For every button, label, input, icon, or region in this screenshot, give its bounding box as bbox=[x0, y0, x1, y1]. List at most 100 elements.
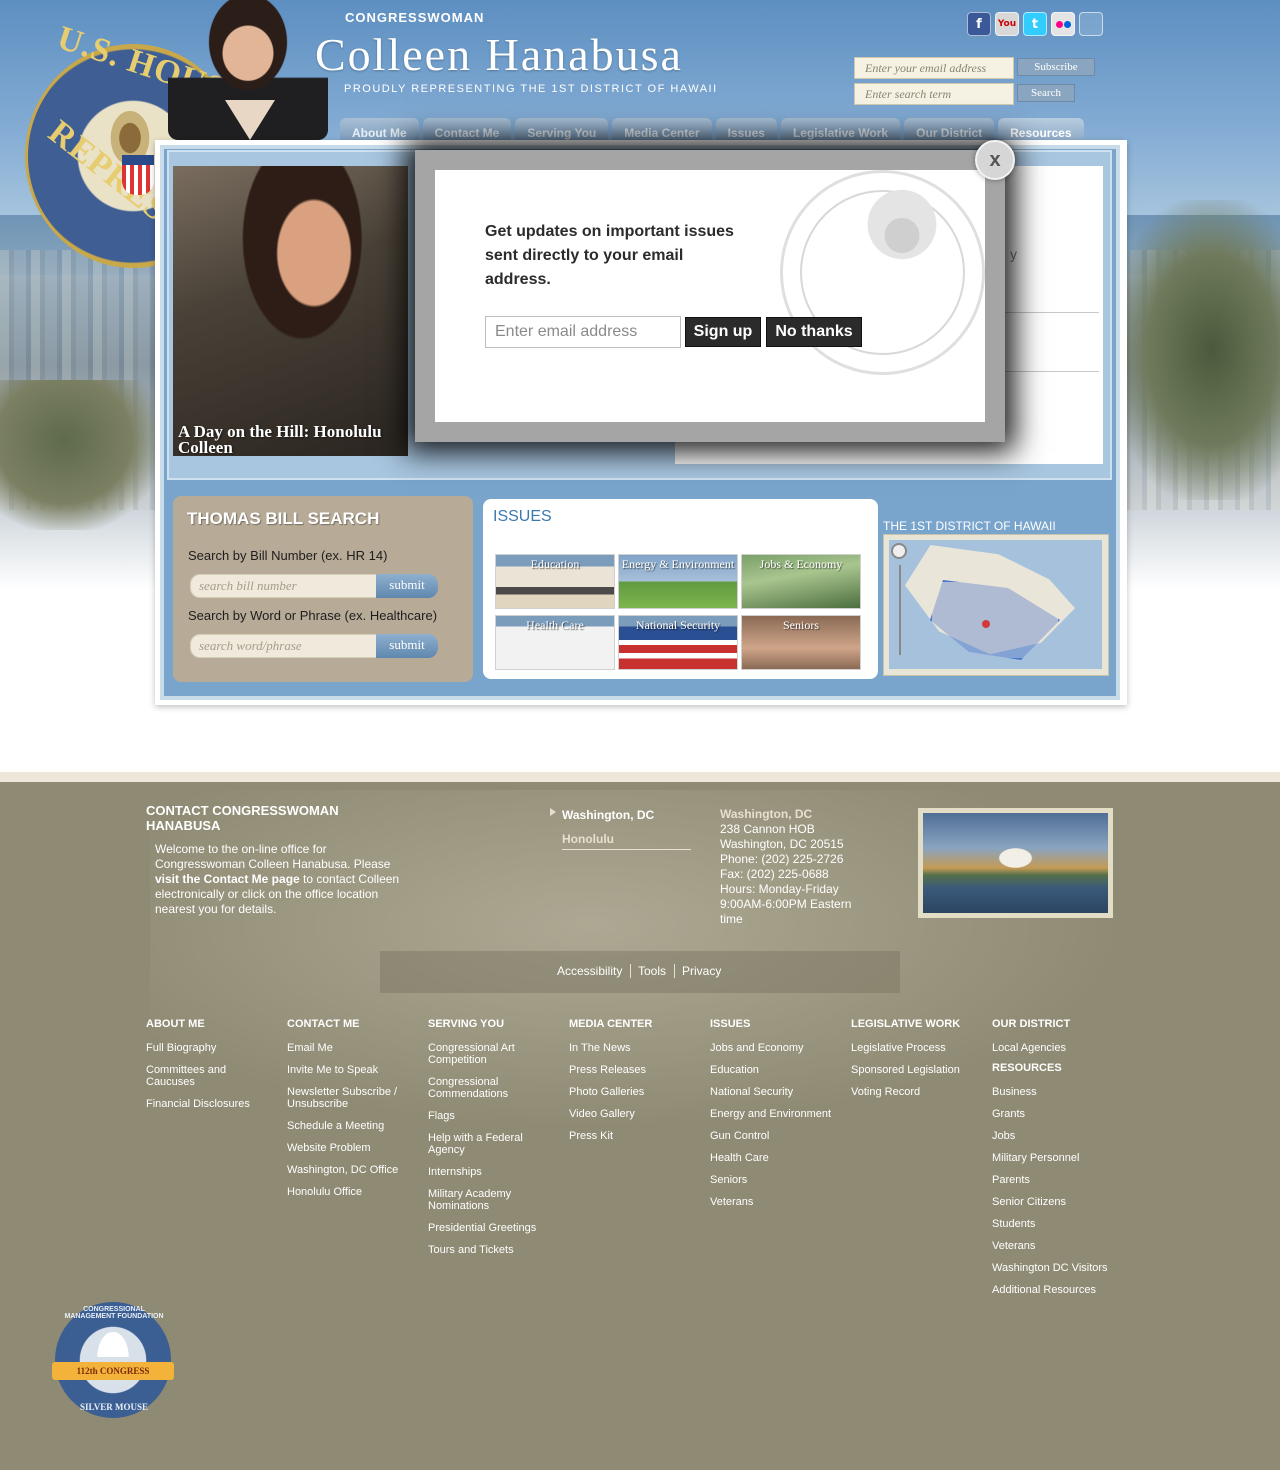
site-title[interactable]: Colleen Hanabusa bbox=[315, 28, 683, 81]
phrase-input[interactable]: search word/phrase bbox=[190, 634, 380, 658]
footer-link[interactable]: Help with a Federal Agency bbox=[428, 1132, 548, 1156]
footer-link[interactable]: Business bbox=[992, 1086, 1122, 1098]
accessibility-link[interactable]: Accessibility bbox=[557, 964, 622, 978]
footer-link[interactable]: Military Academy Nominations bbox=[428, 1188, 548, 1212]
facebook-icon[interactable]: f bbox=[967, 12, 991, 36]
office-arrow-icon bbox=[550, 808, 556, 816]
footer-link[interactable]: Veterans bbox=[710, 1196, 840, 1208]
footer-link[interactable]: Photo Galleries bbox=[569, 1086, 694, 1098]
thomas-title: THOMAS BILL SEARCH bbox=[187, 509, 380, 528]
no-thanks-button[interactable]: No thanks bbox=[766, 317, 862, 347]
footer-link[interactable]: Flags bbox=[428, 1110, 548, 1122]
tree-left bbox=[0, 380, 160, 530]
footer-link[interactable]: Additional Resources bbox=[992, 1284, 1122, 1296]
footer-link[interactable]: Sponsored Legislation bbox=[851, 1064, 981, 1076]
footer-link[interactable]: Energy and Environment bbox=[710, 1108, 840, 1120]
header-email-input[interactable]: Enter your email address bbox=[854, 57, 1014, 79]
issue-tile-jobs[interactable]: Jobs & Economy bbox=[741, 554, 861, 609]
search-button[interactable]: Search bbox=[1017, 84, 1075, 102]
issues-title: ISSUES bbox=[493, 508, 552, 525]
footer-col-title-contact-me[interactable]: CONTACT ME bbox=[287, 1018, 360, 1030]
footer-link[interactable]: Financial Disclosures bbox=[146, 1098, 271, 1110]
issue-tile-seniors[interactable]: Seniors bbox=[741, 615, 861, 670]
footer-col-title-resources[interactable]: RESOURCES bbox=[992, 1062, 1062, 1074]
footer-link[interactable]: Students bbox=[992, 1218, 1122, 1230]
slideshow-caption[interactable]: A Day on the Hill: Honolulu Colleen bbox=[178, 423, 418, 456]
close-icon[interactable]: x bbox=[975, 140, 1015, 180]
office-tab-honolulu[interactable]: Honolulu bbox=[562, 832, 614, 846]
youtube-icon[interactable]: You bbox=[995, 12, 1019, 36]
privacy-link[interactable]: Privacy bbox=[682, 964, 721, 978]
bill-number-input[interactable]: search bill number bbox=[190, 574, 380, 598]
badge-ribbon: 112th CONGRESS bbox=[52, 1362, 174, 1380]
footer-link[interactable]: Seniors bbox=[710, 1174, 840, 1186]
footer-link[interactable]: Email Me bbox=[287, 1042, 412, 1054]
office-address: Washington, DC 238 Cannon HOB Washington… bbox=[720, 807, 860, 927]
footer-link[interactable]: Senior Citizens bbox=[992, 1196, 1122, 1208]
issue-tile-energy[interactable]: Energy & Environment bbox=[618, 554, 738, 609]
bill-number-label: Search by Bill Number (ex. HR 14) bbox=[188, 548, 388, 563]
footer-link[interactable]: Education bbox=[710, 1064, 840, 1076]
footer-link[interactable]: Committees and Caucuses bbox=[146, 1064, 271, 1088]
footer-link[interactable]: Invite Me to Speak bbox=[287, 1064, 412, 1076]
footer-link[interactable]: Press Kit bbox=[569, 1130, 694, 1142]
footer-link[interactable]: Washington, DC Office bbox=[287, 1164, 412, 1176]
footer-link[interactable]: Website Problem bbox=[287, 1142, 412, 1154]
legal-separator bbox=[674, 964, 675, 978]
badge-bottom-text: SILVER MOUSE bbox=[80, 1402, 148, 1412]
bill-number-submit-button[interactable]: submit bbox=[376, 574, 438, 598]
twitter-icon[interactable]: t bbox=[1023, 12, 1047, 36]
district-title: THE 1ST DISTRICT OF HAWAII bbox=[883, 519, 1056, 533]
slideshow-photo[interactable] bbox=[173, 166, 408, 456]
header-search-input[interactable]: Enter search term bbox=[854, 83, 1014, 105]
footer-link[interactable]: Grants bbox=[992, 1108, 1122, 1120]
tools-link[interactable]: Tools bbox=[638, 964, 666, 978]
office-tab-washington[interactable]: Washington, DC bbox=[562, 808, 654, 822]
issue-tile-health-care[interactable]: Health Care bbox=[495, 615, 615, 670]
footer-col-title-media-center[interactable]: MEDIA CENTER bbox=[569, 1018, 652, 1030]
footer-link[interactable]: Honolulu Office bbox=[287, 1186, 412, 1198]
footer-col-title-issues[interactable]: ISSUES bbox=[710, 1018, 750, 1030]
footer-link[interactable]: In The News bbox=[569, 1042, 694, 1054]
footer-link[interactable]: Tours and Tickets bbox=[428, 1244, 548, 1256]
modal-email-input[interactable]: Enter email address bbox=[485, 316, 681, 348]
map-pan-icon[interactable] bbox=[891, 543, 907, 559]
capitol-image bbox=[923, 813, 1108, 913]
footer-link[interactable]: Health Care bbox=[710, 1152, 840, 1164]
footer-link[interactable]: Military Personnel bbox=[992, 1152, 1122, 1164]
footer-col-title-our-district[interactable]: OUR DISTRICT bbox=[992, 1018, 1070, 1030]
footer-link[interactable]: Video Gallery bbox=[569, 1108, 694, 1120]
flickr-icon[interactable] bbox=[1051, 12, 1075, 36]
footer-link[interactable]: Legislative Process bbox=[851, 1042, 981, 1054]
footer-link[interactable]: Parents bbox=[992, 1174, 1122, 1186]
footer-col-title-about-me[interactable]: ABOUT ME bbox=[146, 1018, 205, 1030]
footer-link[interactable]: Jobs bbox=[992, 1130, 1122, 1142]
footer-link[interactable]: Schedule a Meeting bbox=[287, 1120, 412, 1132]
issue-tile-national-security[interactable]: National Security bbox=[618, 615, 738, 670]
contact-me-link[interactable]: visit the Contact Me page bbox=[155, 872, 300, 886]
map-zoom-slider[interactable] bbox=[899, 565, 901, 655]
footer-link[interactable]: Gun Control bbox=[710, 1130, 840, 1142]
footer-link[interactable]: National Security bbox=[710, 1086, 840, 1098]
footer-link[interactable]: Jobs and Economy bbox=[710, 1042, 840, 1054]
subscribe-button[interactable]: Subscribe bbox=[1017, 58, 1095, 76]
shield-icon bbox=[122, 155, 154, 195]
footer-link[interactable]: Press Releases bbox=[569, 1064, 694, 1076]
issue-tile-education[interactable]: Education bbox=[495, 554, 615, 609]
footer-link[interactable]: Presidential Greetings bbox=[428, 1222, 548, 1234]
phrase-submit-button[interactable]: submit bbox=[376, 634, 438, 658]
footer-link[interactable]: Local Agencies bbox=[992, 1042, 1122, 1054]
footer-link[interactable]: Congressional Commendations bbox=[428, 1076, 548, 1100]
footer-link[interactable]: Full Biography bbox=[146, 1042, 271, 1054]
footer-link[interactable]: Newsletter Subscribe / Unsubscribe bbox=[287, 1086, 412, 1110]
social-blank-icon[interactable] bbox=[1079, 12, 1103, 36]
footer-link[interactable]: Washington DC Visitors bbox=[992, 1262, 1122, 1274]
social-links: f You t bbox=[967, 12, 1103, 36]
footer-link[interactable]: Congressional Art Competition bbox=[428, 1042, 548, 1066]
footer-col-title-legislative-work[interactable]: LEGISLATIVE WORK bbox=[851, 1018, 960, 1030]
footer-link[interactable]: Voting Record bbox=[851, 1086, 981, 1098]
footer-col-title-serving-you[interactable]: SERVING YOU bbox=[428, 1018, 504, 1030]
sign-up-button[interactable]: Sign up bbox=[685, 317, 761, 347]
footer-link[interactable]: Internships bbox=[428, 1166, 548, 1178]
footer-link[interactable]: Veterans bbox=[992, 1240, 1122, 1252]
